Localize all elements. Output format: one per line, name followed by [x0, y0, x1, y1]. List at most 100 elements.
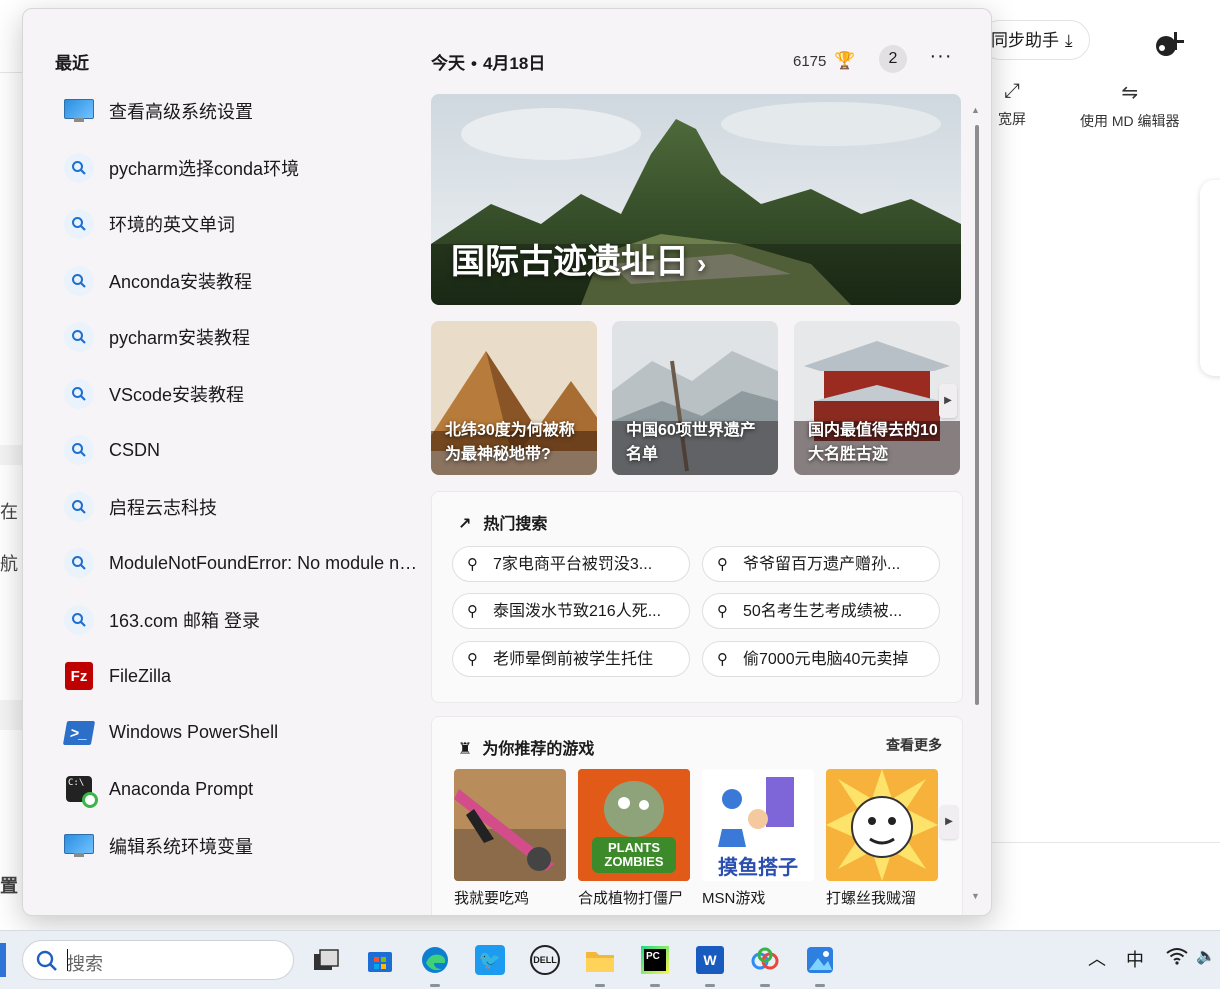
background-edge-text: 在 — [0, 502, 18, 522]
search-icon — [63, 547, 95, 579]
search-icon — [63, 152, 95, 184]
recent-item[interactable]: >_ Windows PowerShell — [62, 705, 423, 762]
sync-assistant-button[interactable]: 同步助手 ⤓ — [980, 20, 1090, 60]
recent-item[interactable]: 环境的英文单词 — [63, 196, 423, 253]
recent-item[interactable]: ModuleNotFoundError: No module na... — [63, 535, 423, 592]
trending-search-pill[interactable]: ⚲ 泰国泼水节致216人死... — [452, 593, 690, 629]
recent-item[interactable]: 查看高级系统设置 — [63, 83, 423, 140]
trending-search-pill[interactable]: ⚲ 7家电商平台被罚没3... — [452, 546, 690, 582]
game-thumbnail — [826, 769, 938, 881]
system-settings-icon — [63, 830, 95, 862]
recent-item[interactable]: Fz FileZilla — [63, 648, 423, 705]
running-indicator — [705, 984, 715, 987]
running-indicator — [650, 984, 660, 987]
recent-item-label: Windows PowerShell — [109, 722, 279, 743]
running-indicator — [595, 984, 605, 987]
recent-item-label: pycharm选择conda环境 — [109, 158, 300, 179]
photos-icon[interactable] — [802, 942, 838, 987]
search-placeholder: 搜索 — [67, 954, 103, 974]
trending-header: ↗ 热门搜索 — [458, 510, 547, 534]
news-card-title: 中国60项世界遗产名单 — [626, 422, 756, 463]
game-name: 打螺丝我贼溜 — [826, 890, 917, 907]
recent-item[interactable]: C:\ Anaconda Prompt — [63, 761, 423, 818]
word-icon[interactable]: W — [692, 942, 728, 987]
hero-news-card[interactable]: 国际古迹遗址日 › — [431, 94, 961, 305]
game-tile[interactable]: 打螺丝我贼溜 — [826, 769, 938, 908]
recent-item[interactable]: pycharm选择conda环境 — [63, 140, 423, 197]
recent-item[interactable]: 启程云志科技 — [63, 479, 423, 536]
recent-item-label: FileZilla — [109, 665, 172, 686]
background-edge-text: 航 — [0, 554, 18, 574]
scroll-up-arrow-icon[interactable]: ▲ — [971, 105, 980, 115]
games-next-button[interactable]: ▶ — [940, 805, 958, 839]
trophy-icon: 🏆 — [834, 51, 856, 70]
news-card[interactable]: 国内最值得去的10大名胜古迹 — [794, 321, 960, 475]
background-divider — [0, 700, 22, 730]
game-tile[interactable]: 摸鱼搭子 MSN游戏 — [702, 769, 814, 908]
news-card[interactable]: 中国60项世界遗产名单 — [612, 321, 778, 475]
more-options-button[interactable]: ··· — [927, 45, 955, 73]
trending-search-pill[interactable]: ⚲ 老师晕倒前被学生托住 — [452, 641, 690, 677]
microsoft-store-icon[interactable] — [362, 942, 398, 978]
show-hidden-icons-chevron-icon[interactable]: ︿ — [1088, 945, 1106, 971]
trending-search-pill[interactable]: ⚲ 偷7000元电脑40元卖掉 — [702, 641, 940, 677]
hero-title: 国际古迹遗址日 › — [451, 234, 706, 283]
scrollbar-thumb[interactable] — [975, 125, 979, 705]
recent-item-label: 环境的英文单词 — [109, 215, 235, 236]
recent-item[interactable]: pycharm安装教程 — [63, 309, 423, 366]
recent-list: 查看高级系统设置 pycharm选择conda环境 环境的英文单词 Anconda安装… — [62, 83, 423, 875]
avatar[interactable] — [1150, 26, 1186, 62]
news-card[interactable]: 北纬30度为何被称为最神秘地带? — [431, 321, 597, 475]
game-tile[interactable]: PLANTS ZOMBIES 合成植物打僵尸 — [578, 769, 690, 908]
recent-title: 最近 — [55, 54, 89, 73]
points-value: 6175 — [793, 52, 827, 70]
game-art-text: 摸鱼搭子 — [718, 857, 798, 879]
taskbar-search-box[interactable]: 搜索 — [22, 940, 294, 980]
notification-badge[interactable]: 2 — [879, 45, 907, 73]
carousel-next-button[interactable]: ▶ — [939, 384, 957, 418]
see-more-link[interactable]: 查看更多 — [886, 735, 942, 755]
game-tile[interactable]: 我就要吃鸡 — [454, 769, 566, 908]
news-card-title: 国内最值得去的10大名胜古迹 — [808, 422, 938, 463]
trending-search-pill[interactable]: ⚲ 50名考生艺考成绩被... — [702, 593, 940, 629]
recent-item[interactable]: VScode安装教程 — [63, 366, 423, 423]
background-side-card — [1200, 180, 1220, 376]
recent-item[interactable]: 163.com 邮箱 登录 — [63, 592, 423, 649]
search-icon: ⚲ — [467, 603, 478, 620]
trending-searches-card: ↗ 热门搜索 ⚲ 7家电商平台被罚没3... ⚲ 爷爷留百万遗产赠孙... ⚲ 泰国泼水… — [431, 491, 963, 703]
trending-search-pill[interactable]: ⚲ 爷爷留百万遗产赠孙... — [702, 546, 940, 582]
rewards-points[interactable]: 6175 🏆 — [793, 51, 856, 71]
widescreen-button[interactable]: ⤢ 宽屏 — [998, 80, 1026, 129]
twitter-icon[interactable]: 🐦 — [472, 942, 508, 978]
recommended-games-card: ♜ 为你推荐的游戏 查看更多 我就要吃鸡 PLANTS ZOMBIES 合成植物打… — [431, 716, 963, 915]
trending-search-text: 7家电商平台被罚没3... — [493, 556, 653, 573]
powershell-icon: >_ — [62, 717, 96, 749]
input-method-indicator[interactable]: 中 — [1126, 946, 1144, 972]
trending-search-text: 老师晕倒前被学生托住 — [493, 651, 654, 668]
recent-item[interactable]: CSDN — [63, 422, 423, 479]
sync-assistant-label: 同步助手 — [991, 31, 1059, 50]
search-icon — [63, 265, 95, 297]
search-icon — [63, 604, 95, 636]
md-editor-button[interactable]: ⇋ 使用 MD 编辑器 — [1080, 80, 1180, 131]
file-explorer-icon[interactable] — [582, 942, 618, 987]
search-icon — [36, 950, 57, 971]
dell-icon[interactable]: DELL — [527, 942, 563, 978]
background-divider — [0, 445, 22, 465]
recent-item[interactable]: 编辑系统环境变量 — [63, 818, 423, 875]
recent-item-label: 查看高级系统设置 — [109, 102, 253, 123]
scroll-down-arrow-icon[interactable]: ▼ — [971, 891, 980, 901]
task-view-icon[interactable] — [308, 942, 344, 978]
system-settings-icon — [63, 95, 95, 127]
start-button-edge[interactable] — [0, 943, 6, 977]
trending-search-text: 泰国泼水节致216人死... — [493, 603, 662, 620]
pycharm-icon[interactable]: PC — [637, 942, 673, 987]
edge-browser-icon[interactable] — [417, 942, 453, 987]
wifi-icon[interactable] — [1166, 947, 1188, 970]
date-label: 4月18日 — [482, 54, 546, 73]
volume-icon[interactable]: 🔈 — [1196, 946, 1216, 966]
expand-icon: ⤢ — [1004, 80, 1020, 102]
trending-title: 热门搜索 — [483, 516, 548, 533]
recent-item[interactable]: Anconda安装教程 — [63, 253, 423, 310]
baidu-netdisk-icon[interactable] — [747, 942, 783, 987]
